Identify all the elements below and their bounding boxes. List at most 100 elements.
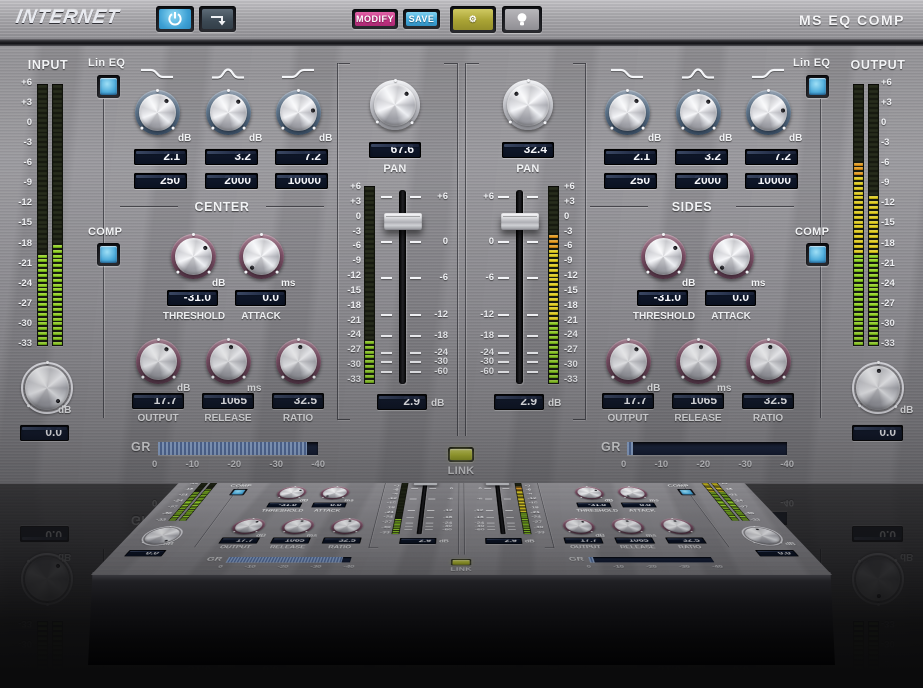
sides-fader-handle[interactable] <box>501 213 539 230</box>
input-gain-display[interactable]: 0.0 <box>20 425 69 441</box>
sides-attack-display[interactable]: 0.0 <box>705 290 756 306</box>
center-eq-low-freq-display[interactable]: 250 <box>134 173 187 189</box>
modify-button[interactable]: MODIFY <box>352 9 398 29</box>
scale-label: -24 <box>336 330 361 339</box>
sides-eq-mid-gain-display[interactable]: 3.2 <box>675 149 728 165</box>
center-output-display[interactable]: 17.7 <box>132 393 184 409</box>
center-release-display[interactable]: 1065 <box>202 393 254 409</box>
scale-label: -24 <box>4 279 32 288</box>
center-attack-knob[interactable] <box>239 234 284 279</box>
center-eq-mid-gain-display[interactable]: 3.2 <box>205 149 258 165</box>
bulb-icon <box>505 9 539 30</box>
sides-eq-mid-freq-display[interactable]: 2000 <box>675 173 728 189</box>
scale-label: -15 <box>881 218 909 227</box>
bypass-arrow-button[interactable] <box>199 6 236 32</box>
center-eq-high-freq-display[interactable]: 10000 <box>275 173 328 189</box>
sides-eq-low-gain-display[interactable]: 2.1 <box>604 149 657 165</box>
meter-column <box>364 186 375 384</box>
input-meter <box>37 84 63 346</box>
center-threshold-display[interactable]: -31.0 <box>167 290 218 306</box>
sides-output-label: OUTPUT <box>598 413 658 424</box>
center-eq-high-gain-display[interactable]: 7.2 <box>275 149 328 165</box>
bracket <box>337 63 350 64</box>
low-shelf-icon <box>608 66 646 81</box>
sides-release-knob[interactable] <box>676 339 721 384</box>
sides-eq-high-freq-display[interactable]: 10000 <box>745 173 798 189</box>
lin-eq-left-light <box>100 78 117 95</box>
sides-eq-high-gain-display[interactable]: 7.2 <box>745 149 798 165</box>
scale-label: +6 <box>564 182 589 191</box>
sides-ratio-knob[interactable] <box>746 339 791 384</box>
scale-label: -3 <box>881 138 909 147</box>
center-eq-low-gain-display[interactable]: 2.1 <box>134 149 187 165</box>
sides-eq-low-freq-display[interactable]: 250 <box>604 173 657 189</box>
sides-output-knob[interactable] <box>606 339 651 384</box>
fader-scale-label: -6 <box>424 273 448 283</box>
unit-ms: ms <box>281 278 295 289</box>
center-release-knob[interactable] <box>206 339 251 384</box>
sides-eq-low-knob[interactable] <box>605 90 650 135</box>
center-fader-handle[interactable] <box>384 213 422 230</box>
output-gain-knob[interactable] <box>852 362 904 414</box>
plugin-promo-scene: INTERNET MS EQ COMP MODIFY SAVE ⚙ INPU <box>0 0 923 688</box>
center-eq-low-knob[interactable] <box>135 90 180 135</box>
center-eq-mid-freq-display[interactable]: 2000 <box>205 173 258 189</box>
lin-eq-right-toggle[interactable] <box>806 75 829 98</box>
scale-label: -21 <box>336 316 361 325</box>
center-eq-high-knob[interactable] <box>276 90 321 135</box>
scale-label: -33 <box>881 339 909 348</box>
sides-pan-label: PAN <box>508 163 548 175</box>
center-attack-display[interactable]: 0.0 <box>235 290 286 306</box>
sides-pan-knob[interactable] <box>503 80 553 130</box>
center-fader-scale: +60-6-12-18-24-30-60 <box>424 190 448 384</box>
sides-section-label: SIDES <box>652 200 732 214</box>
center-pan-display[interactable]: 67.6 <box>369 142 421 158</box>
power-button[interactable] <box>156 6 194 32</box>
center-pan-knob[interactable] <box>370 80 420 130</box>
gr-left-label: GR <box>131 440 151 454</box>
hint-button[interactable] <box>502 6 542 33</box>
sides-threshold-display[interactable]: -31.0 <box>637 290 688 306</box>
center-eq-mid-knob[interactable] <box>206 90 251 135</box>
gr-left-fill <box>158 442 307 455</box>
sides-pan-display[interactable]: 32.4 <box>502 142 554 158</box>
center-ratio-knob[interactable] <box>276 339 321 384</box>
sides-output-display[interactable]: 17.7 <box>602 393 654 409</box>
center-fader-display[interactable]: 2.9 <box>377 394 427 410</box>
center-pan-label: PAN <box>375 163 415 175</box>
scale-label: -24 <box>564 330 589 339</box>
scale-label: -30 <box>564 360 589 369</box>
center-threshold-knob[interactable] <box>171 234 216 279</box>
comp-right-label: COMP <box>795 226 829 238</box>
sides-threshold-knob[interactable] <box>641 234 686 279</box>
gear-icon: ⚙ <box>453 9 493 30</box>
center-fader-meter-scale: +6+30-3-6-9-12-15-18-21-24-27-30-33 <box>336 182 361 384</box>
sides-eq-mid-knob[interactable] <box>676 90 721 135</box>
scale-label: -6 <box>881 158 909 167</box>
meter-column <box>548 186 559 384</box>
comp-left-toggle[interactable] <box>97 243 120 266</box>
lin-eq-left-toggle[interactable] <box>97 75 120 98</box>
settings-button[interactable]: ⚙ <box>450 6 496 33</box>
center-output-knob[interactable] <box>136 339 181 384</box>
bracket <box>466 63 479 64</box>
sides-eq-high-knob[interactable] <box>746 90 791 135</box>
center-ratio-display[interactable]: 32.5 <box>272 393 324 409</box>
scale-label: +3 <box>881 98 909 107</box>
scale-label: -3 <box>564 227 589 236</box>
scale-label: -10 <box>185 459 199 470</box>
modify-label: MODIFY <box>355 12 395 26</box>
link-button[interactable] <box>448 447 474 462</box>
comp-right-toggle[interactable] <box>806 243 829 266</box>
sides-attack-knob[interactable] <box>709 234 754 279</box>
scale-label: +6 <box>4 78 32 87</box>
sides-fader-display[interactable]: 2.9 <box>494 394 544 410</box>
sides-ratio-display[interactable]: 32.5 <box>742 393 794 409</box>
output-gain-display[interactable]: 0.0 <box>852 425 903 441</box>
fader-scale-label: -60 <box>424 367 448 377</box>
sides-release-display[interactable]: 1065 <box>672 393 724 409</box>
meter-column <box>52 84 63 346</box>
save-button[interactable]: SAVE <box>403 9 440 29</box>
input-gain-unit: dB <box>58 405 71 416</box>
comp-right-light <box>809 246 826 263</box>
